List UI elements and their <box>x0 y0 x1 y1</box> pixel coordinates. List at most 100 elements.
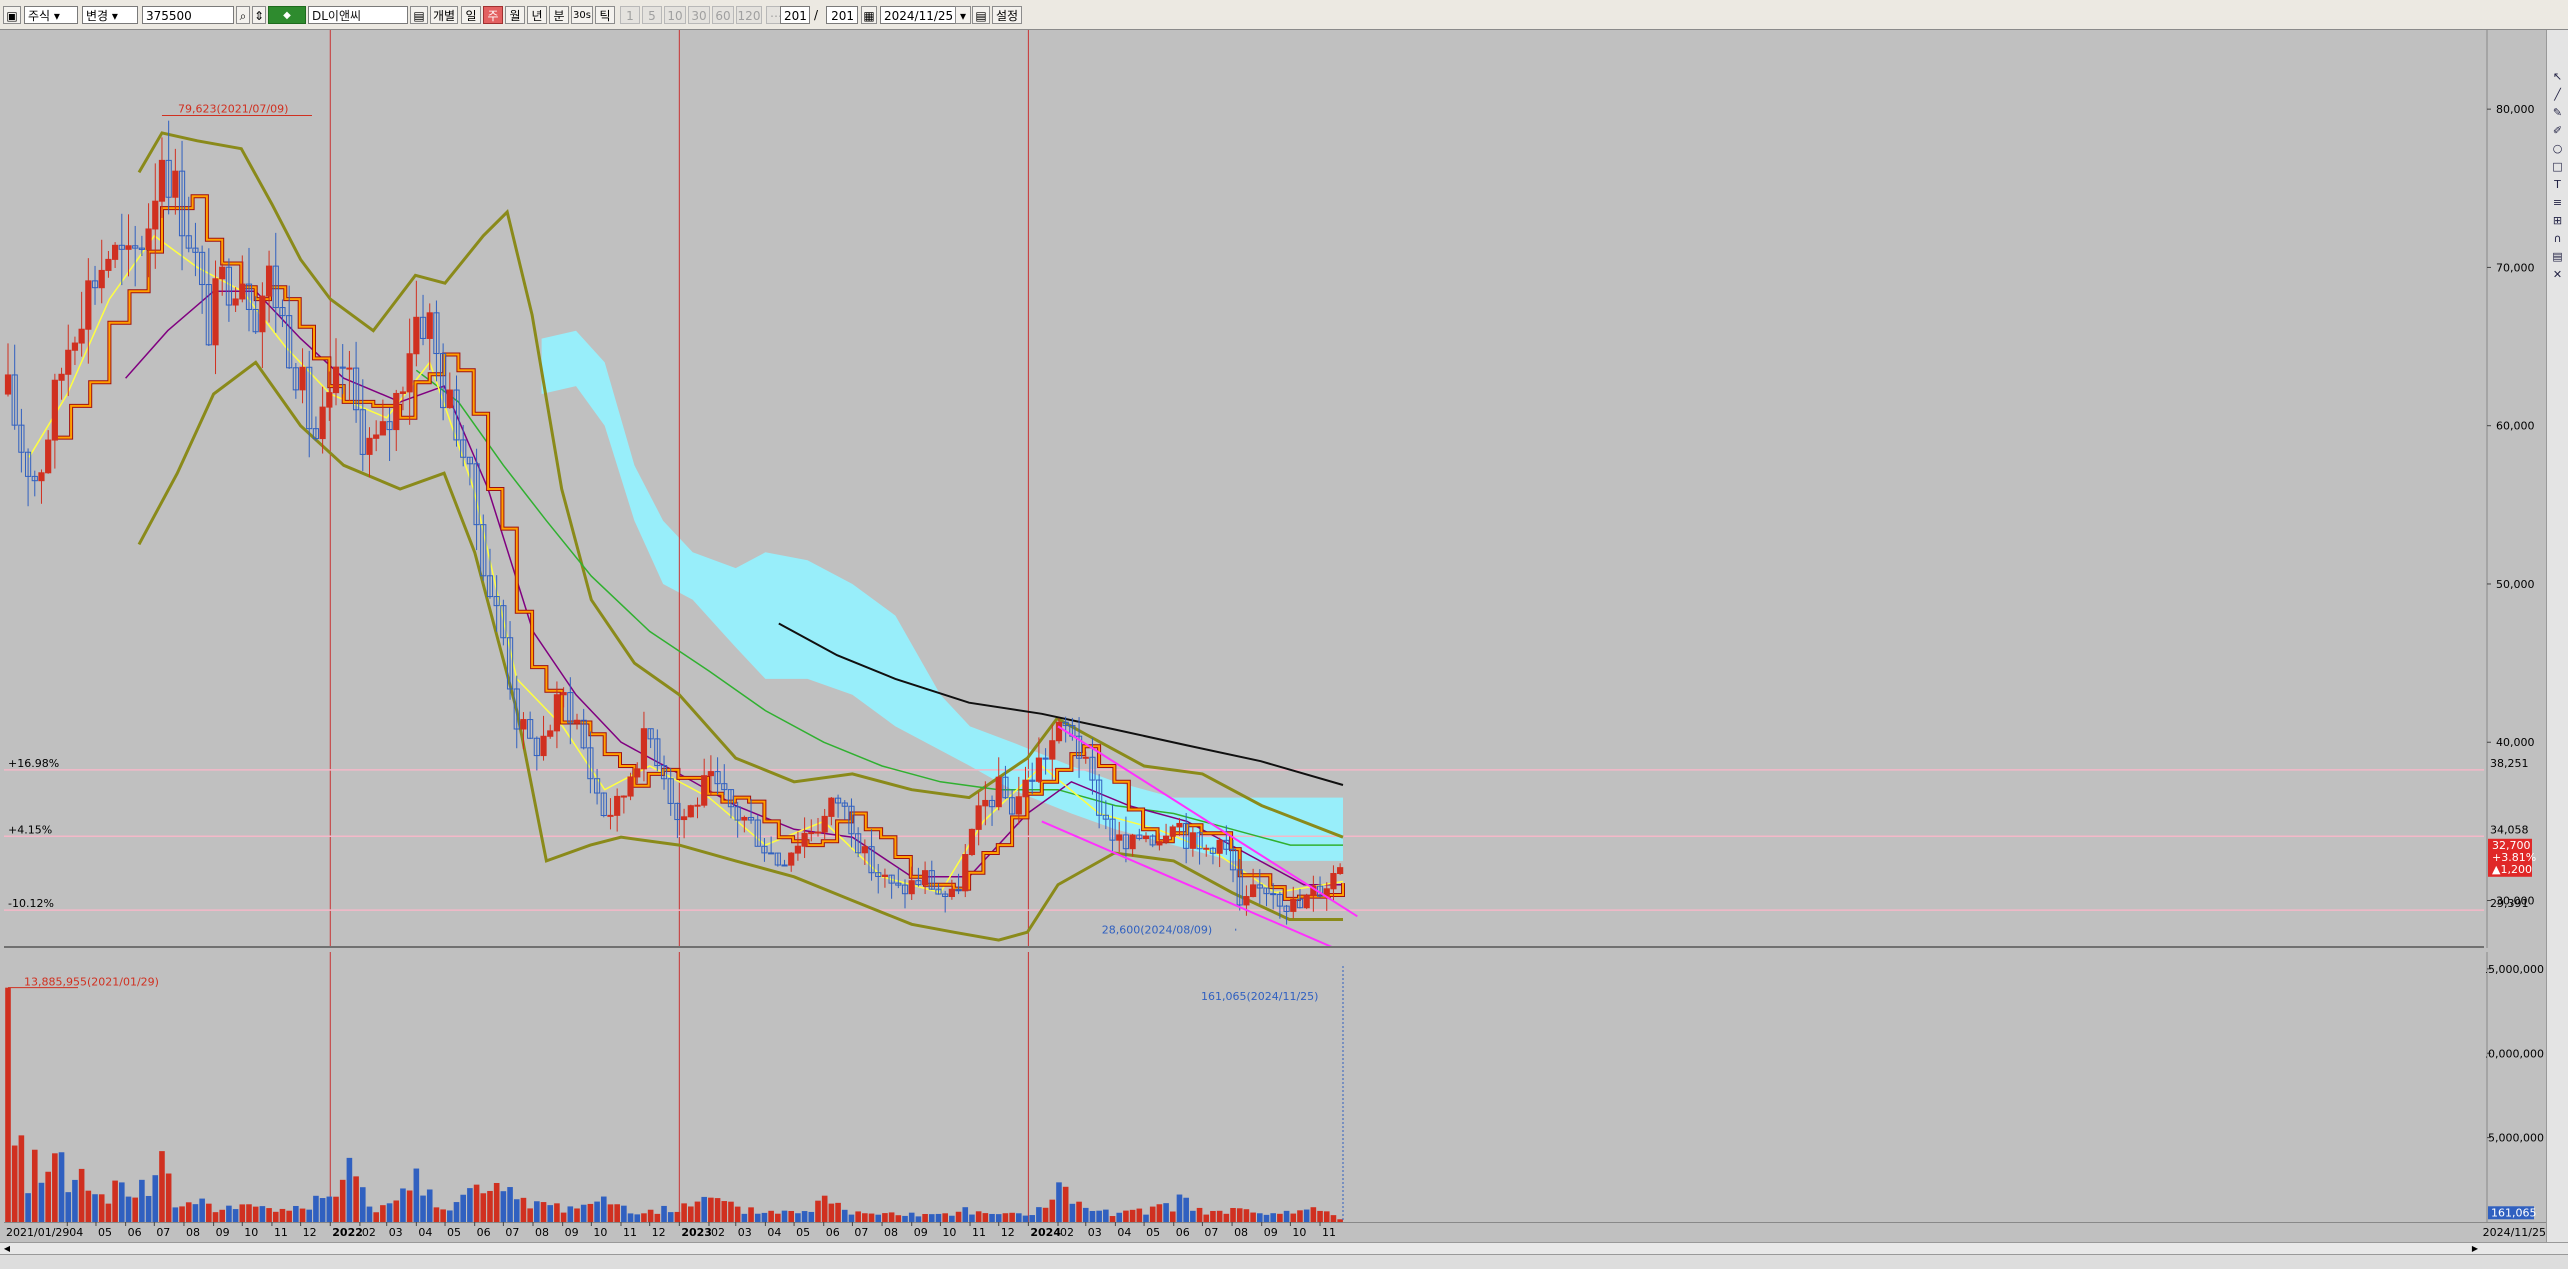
marker-icon[interactable]: ✐ <box>2550 124 2565 138</box>
layers-icon[interactable]: ▤ <box>2550 250 2565 264</box>
chart-menu-icon[interactable]: ▣ <box>3 6 21 24</box>
volume-bar <box>888 1212 895 1222</box>
stock-code-value: 375500 <box>146 9 192 23</box>
volume-bar <box>989 1213 995 1222</box>
volume-bar <box>239 1204 246 1222</box>
scroll-right-icon[interactable]: ▶ <box>2470 1244 2480 1253</box>
period-week-button[interactable]: 주 <box>483 6 503 24</box>
date-axis-label: 08 <box>186 1226 200 1239</box>
date-axis-label: 07 <box>1204 1226 1218 1239</box>
volume-bar <box>1136 1208 1143 1222</box>
date-axis-label: 05 <box>1146 1226 1160 1239</box>
gann-icon[interactable]: ⊞ <box>2550 214 2565 228</box>
volume-bar <box>373 1212 379 1222</box>
magnet-icon[interactable]: ∩ <box>2550 232 2565 246</box>
chart-options-icon[interactable]: ▤ <box>972 6 990 24</box>
mode-select-value: 변경 <box>86 9 109 23</box>
period-month-button[interactable]: 월 <box>505 6 525 24</box>
price-axis-tick-label: 70,000 <box>2496 261 2535 274</box>
volume-bar <box>125 1196 132 1222</box>
date-axis-label: 08 <box>1234 1226 1248 1239</box>
volume-bar <box>520 1197 527 1222</box>
calendar-icon[interactable]: ▦ <box>861 6 877 24</box>
volume-bar <box>1236 1208 1243 1222</box>
date-input[interactable]: 2024/11/25 <box>880 6 960 24</box>
stock-code-input[interactable]: 375500 <box>142 6 234 24</box>
interval-1-button[interactable]: 1 <box>620 6 640 24</box>
interval-30-button[interactable]: 30 <box>688 6 710 24</box>
candle-body <box>58 373 65 381</box>
candle-body <box>634 768 641 778</box>
current-price-box: 32,700 +3.81% ▲1,200 <box>2488 838 2536 877</box>
volume-bar <box>266 1208 272 1222</box>
date-axis-label: 11 <box>1322 1226 1336 1239</box>
rectangle-icon[interactable]: □ <box>2550 160 2565 174</box>
volume-bar <box>647 1209 654 1222</box>
volume-bar <box>179 1206 185 1222</box>
price-axis-tick-label: 60,000 <box>2496 420 2535 433</box>
trash-icon[interactable]: ✕ <box>2550 268 2565 282</box>
date-axis-label: 10 <box>942 1226 956 1239</box>
scroll-left-icon[interactable]: ◀ <box>2 1244 12 1253</box>
pencil-icon[interactable]: ✎ <box>2550 106 2565 120</box>
favorite-button[interactable]: ◆ <box>268 6 306 24</box>
volume-bar <box>1036 1207 1042 1222</box>
volume-bar <box>1169 1211 1176 1222</box>
volume-bar <box>815 1200 821 1222</box>
volume-bar <box>641 1213 647 1222</box>
volume-bar <box>1076 1201 1082 1222</box>
search-icon[interactable]: ⌕ <box>236 6 250 24</box>
date-axis-label: 10 <box>593 1226 607 1239</box>
date-axis: 2021/01/29 04 05 06 07 08 09 10 11 12 2022 02 03 04 0… <box>4 1222 2546 1242</box>
price-chart[interactable]: 79,623(2021/07/09) 28,600(2024/08/09) +1… <box>4 30 2484 948</box>
trendline-icon[interactable]: ╱ <box>2550 88 2565 102</box>
count-b-input[interactable]: 201 <box>826 6 858 24</box>
level-2-value: 34,058 <box>2490 823 2529 836</box>
interval-5-button[interactable]: 5 <box>642 6 662 24</box>
volume-bar <box>1049 1199 1056 1222</box>
candle-body <box>426 312 433 339</box>
settings-button[interactable]: 설정 <box>992 6 1022 24</box>
volume-axis-tick-label: 5,000,000 <box>2488 1132 2544 1145</box>
date-axis-label: 03 <box>1088 1226 1102 1239</box>
interval-120-button[interactable]: 120 <box>736 6 762 24</box>
period-minute-button[interactable]: 분 <box>549 6 569 24</box>
candle-body <box>1129 834 1136 850</box>
volume-bar <box>1042 1207 1049 1222</box>
volume-bar <box>734 1206 741 1222</box>
volume-bar <box>714 1198 721 1222</box>
volume-chart[interactable]: 13,885,955(2021/01/29) 161,065(2024/11/2… <box>4 952 2484 1222</box>
candle-body <box>687 805 694 818</box>
count-a-input[interactable]: 201 <box>780 6 810 24</box>
period-day-button[interactable]: 일 <box>461 6 481 24</box>
candle-body <box>232 298 239 306</box>
volume-bar <box>1297 1210 1303 1222</box>
period-tick-button[interactable]: 틱 <box>595 6 615 24</box>
interval-10-button[interactable]: 10 <box>664 6 686 24</box>
candle-body <box>4 374 12 395</box>
stepper-icon[interactable]: ⇕ <box>252 6 266 24</box>
market-select-value: 주식 <box>28 9 51 23</box>
text-tool-icon[interactable]: T <box>2550 178 2565 192</box>
candle-body <box>948 888 955 897</box>
market-select[interactable]: 주식 ▾ <box>24 6 78 24</box>
cursor-icon[interactable]: ↖ <box>2550 70 2565 84</box>
period-30s-button[interactable]: 30s <box>571 6 593 24</box>
chart-type-icon[interactable]: ▤ <box>410 6 428 24</box>
volume-bar <box>400 1188 406 1222</box>
chevron-down-icon[interactable]: ▾ <box>955 6 971 24</box>
volume-bar <box>306 1209 313 1222</box>
individual-button[interactable]: 개별 <box>430 6 458 24</box>
interval-60-button[interactable]: 60 <box>712 6 734 24</box>
stock-name-field: DL이앤씨 <box>308 6 408 24</box>
mode-select[interactable]: 변경 ▾ <box>82 6 138 24</box>
candle-body <box>1082 756 1089 759</box>
volume-bar <box>112 1180 118 1222</box>
volume-bar <box>272 1211 279 1222</box>
date-axis-label: 06 <box>477 1226 491 1239</box>
volume-axis: 15,000,000 10,000,000 5,000,000 161,065 <box>2486 952 2546 1222</box>
fibonacci-icon[interactable]: ≡ <box>2550 196 2565 210</box>
ellipse-icon[interactable]: ○ <box>2550 142 2565 156</box>
period-year-button[interactable]: 년 <box>527 6 547 24</box>
date-axis-label: 03 <box>738 1226 752 1239</box>
